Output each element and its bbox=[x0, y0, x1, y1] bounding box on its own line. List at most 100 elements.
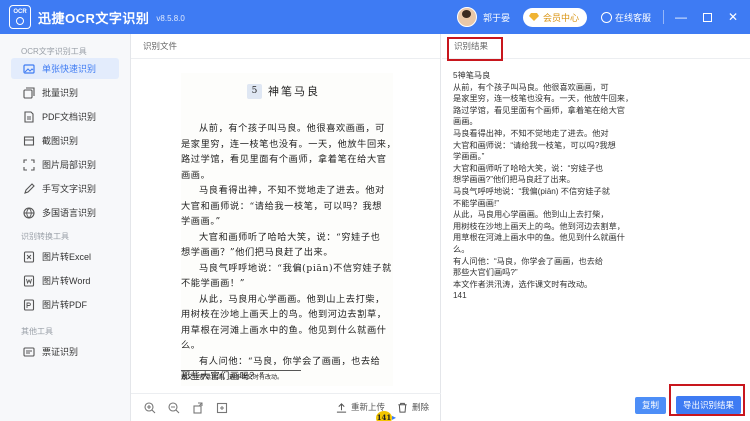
document-line: 么。 bbox=[181, 340, 201, 351]
rotate-button[interactable] bbox=[191, 401, 205, 415]
result-line: 画画。 bbox=[453, 117, 478, 127]
result-line: 大官和画师听了哈哈大笑，说：“穷娃子也 bbox=[453, 163, 604, 173]
result-line: 本文作者洪汛涛，选作课文时有改动。 bbox=[453, 279, 593, 289]
copy-button[interactable]: 复制 bbox=[635, 397, 666, 414]
lens-icon bbox=[16, 17, 24, 25]
export-result-button[interactable]: 导出识别结果 bbox=[676, 396, 741, 414]
minimize-button[interactable]: — bbox=[668, 0, 694, 34]
sidebar-item-partial-recognition[interactable]: 图片局部识别 bbox=[11, 154, 119, 175]
result-text-area[interactable]: 5神笔马良 从前，有个孩子叫马良。他很喜欢画画，可 是家里穷，连一枝笔也没有。一… bbox=[453, 70, 745, 302]
source-panel-header: 识别文件 bbox=[131, 34, 440, 59]
zoom-out-icon bbox=[168, 402, 180, 414]
result-line: 马良看得出神，不知不觉地走了进去。他对 bbox=[453, 128, 609, 138]
result-line: 么。 bbox=[453, 244, 470, 254]
image-icon bbox=[23, 63, 35, 75]
sidebar-item-handwriting-recognition[interactable]: 手写文字识别 bbox=[11, 178, 119, 199]
result-line: 大官和画师说：“请给我一枝笔，可以吗?我想 bbox=[453, 140, 616, 150]
sidebar-item-ticket-recognition[interactable]: 票证识别 bbox=[11, 341, 119, 362]
fit-button[interactable] bbox=[215, 401, 229, 415]
close-button[interactable]: ✕ bbox=[720, 0, 746, 34]
online-service-button[interactable]: 在线客服 bbox=[600, 11, 651, 24]
result-line: 用树枝在沙地上画天上的鸟。他到河边去割草， bbox=[453, 221, 625, 231]
result-line: 是家里穷，连一枝笔也没有。一天，他放牛回来， bbox=[453, 94, 634, 104]
result-panel-header: 识别结果 bbox=[442, 34, 750, 59]
logo-text: OCR bbox=[13, 9, 27, 15]
document-line: 学画画。” bbox=[181, 216, 221, 227]
result-line: 那些大官们画吗?” bbox=[453, 268, 518, 278]
username[interactable]: 郭于晏 bbox=[483, 11, 510, 24]
reupload-label: 重新上传 bbox=[351, 402, 386, 412]
sidebar-item-pdf-recognition[interactable]: PDF文档识别 bbox=[11, 106, 119, 127]
document-title: 5 神笔马良 bbox=[247, 83, 320, 99]
minimize-icon: — bbox=[675, 10, 687, 24]
reupload-button[interactable]: 重新上传 bbox=[336, 401, 385, 413]
document-line: 马良看得出神，不知不觉地走了进去。他对 bbox=[199, 185, 385, 196]
delete-button[interactable]: 删除 bbox=[397, 401, 429, 413]
sidebar-item-label: 手写文字识别 bbox=[42, 184, 97, 194]
result-line: 有人问他：“马良，你学会了画画，也去给 bbox=[453, 256, 604, 266]
sidebar-item-label: PDF文档识别 bbox=[42, 112, 97, 122]
document-line: 想学画画？”他们把马良赶了出来。 bbox=[181, 247, 334, 258]
sidebar-group-ocr: OCR文字识别工具 bbox=[21, 47, 87, 56]
result-line: 想学画画?”他们把马良赶了出来。 bbox=[453, 175, 575, 185]
vip-center-label: 会员中心 bbox=[542, 12, 579, 23]
document-line: 路过学馆，看见里面有个画师，拿着笔在给大官 bbox=[181, 154, 387, 165]
pen-icon bbox=[23, 182, 35, 195]
document-line: 画画。 bbox=[181, 169, 211, 181]
result-line: 路过学馆，看见里面有个画师，拿着笔在给大官 bbox=[453, 105, 625, 115]
sidebar-item-image-to-excel[interactable]: 图片转Excel bbox=[11, 246, 119, 267]
zoom-out-button[interactable] bbox=[167, 401, 181, 415]
word-icon bbox=[23, 274, 35, 287]
pdf-icon bbox=[23, 298, 35, 311]
sidebar-item-label: 图片转Excel bbox=[42, 252, 92, 262]
globe-icon bbox=[23, 206, 35, 219]
title-bar: OCR 迅捷OCR文字识别 v8.5.8.0 郭于晏 会员中心 在线客服 — ✕ bbox=[0, 0, 750, 34]
result-line: 5神笔马良 bbox=[453, 71, 491, 80]
sidebar-item-batch-recognition[interactable]: 批量识别 bbox=[11, 82, 119, 103]
result-line: 不能学画画!” bbox=[453, 198, 499, 208]
sidebar-item-label: 票证识别 bbox=[42, 347, 79, 357]
rotate-icon bbox=[193, 402, 203, 414]
zoom-in-icon bbox=[144, 402, 156, 414]
upload-icon bbox=[336, 402, 347, 413]
source-toolbar: 重新上传 删除 bbox=[131, 393, 441, 421]
delete-label: 删除 bbox=[412, 402, 430, 412]
sidebar-item-image-to-word[interactable]: 图片转Word bbox=[11, 270, 119, 291]
document-preview[interactable]: 5 神笔马良 从前，有个孩子叫马良。他很喜欢画画，可 是家里穷，连一枝笔也没有。… bbox=[181, 73, 397, 421]
result-panel: 识别结果 5神笔马良 从前，有个孩子叫马良。他很喜欢画画，可 是家里穷，连一枝笔… bbox=[442, 34, 750, 421]
result-line: 141 bbox=[453, 291, 467, 301]
maximize-button[interactable] bbox=[694, 0, 720, 34]
sidebar-item-single-recognition[interactable]: 单张快速识别 bbox=[11, 58, 119, 79]
result-line: 用草根在河滩上画水中的鱼。他见到什么就画什 bbox=[453, 233, 625, 243]
ticket-icon bbox=[23, 346, 35, 358]
vip-center-button[interactable]: 会员中心 bbox=[522, 7, 587, 27]
sidebar-item-screenshot-recognition[interactable]: 截图识别 bbox=[11, 130, 119, 151]
result-line: 学画画。” bbox=[453, 152, 485, 162]
titlebar-divider bbox=[663, 10, 664, 24]
partial-icon bbox=[23, 158, 35, 171]
source-file-panel: 识别文件 5 神笔马良 从前，有个孩子叫马良。他很喜欢画画，可 是家里穷，连一枝… bbox=[131, 34, 441, 421]
fit-icon bbox=[216, 402, 228, 414]
result-line: 从此，马良用心学画画。他到山上去打柴， bbox=[453, 210, 609, 220]
sidebar-item-label: 图片局部识别 bbox=[42, 160, 97, 170]
sidebar-item-image-to-pdf[interactable]: 图片转PDF bbox=[11, 294, 119, 315]
document-line: 是家里穷，连一枝笔也没有。一天，他放牛回来， bbox=[181, 138, 397, 150]
result-line: 从前，有个孩子叫马良。他很喜欢画画，可 bbox=[453, 82, 609, 92]
app-version: v8.5.8.0 bbox=[156, 14, 185, 23]
trash-icon bbox=[398, 402, 407, 413]
sidebar-item-multilanguage-recognition[interactable]: 多国语言识别 bbox=[11, 202, 119, 223]
document-icon bbox=[23, 110, 35, 123]
sidebar-item-label: 图片转Word bbox=[42, 276, 91, 286]
document-line: 有人问他：“马良，你学会了画画，也去给 bbox=[199, 355, 381, 367]
sidebar-group-other: 其他工具 bbox=[21, 327, 53, 336]
app-logo-icon: OCR bbox=[9, 5, 31, 29]
close-icon: ✕ bbox=[727, 10, 739, 24]
zoom-in-button[interactable] bbox=[143, 401, 157, 415]
sidebar-item-label: 批量识别 bbox=[42, 88, 79, 98]
document-line: 用草根在河滩上画水中的鱼。他见到什么就画什 bbox=[181, 324, 387, 336]
sidebar-item-label: 截图识别 bbox=[42, 136, 79, 146]
online-service-label: 在线客服 bbox=[614, 12, 651, 23]
document-line: 大官和画师听了哈哈大笑，说：“穷娃子也 bbox=[199, 231, 381, 243]
crop-icon bbox=[23, 135, 35, 147]
avatar[interactable] bbox=[456, 7, 477, 27]
